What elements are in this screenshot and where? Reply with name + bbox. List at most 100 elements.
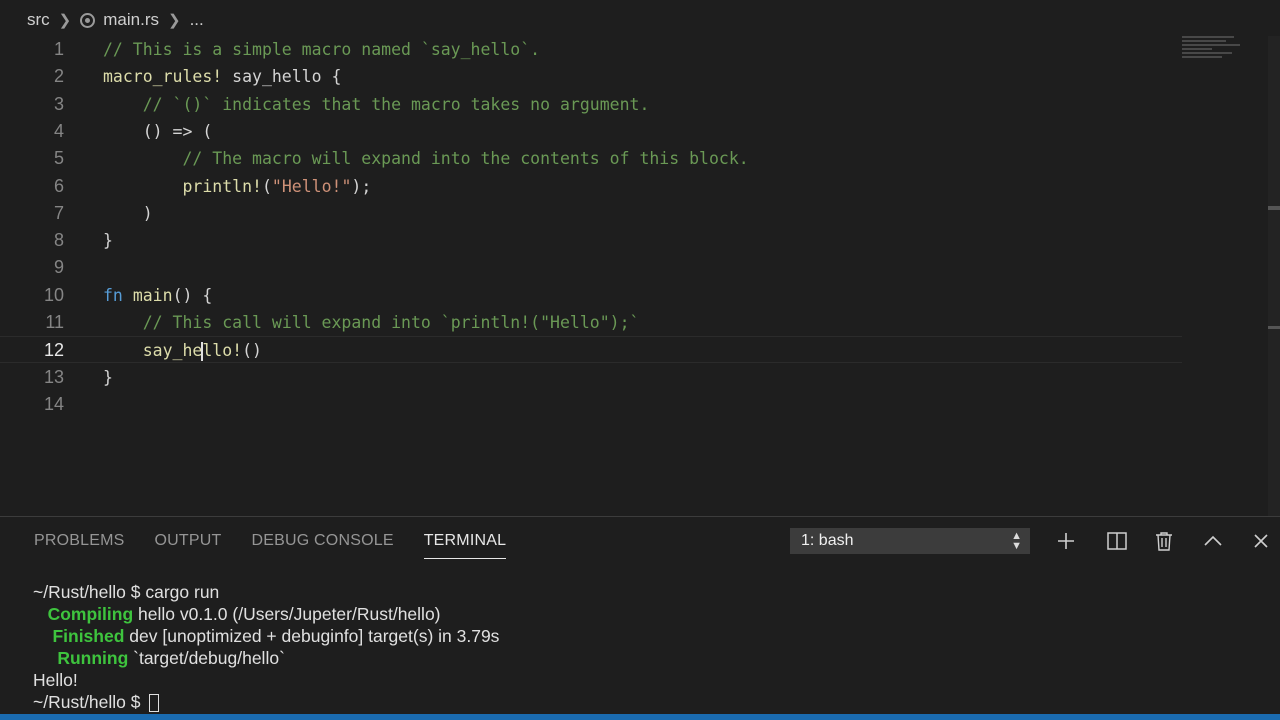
code-token: // The macro will expand into the conten…: [182, 149, 749, 169]
line-number: 1: [53, 39, 64, 59]
terminal-output[interactable]: ~/Rust/hello $ cargo run Compiling hello…: [33, 581, 499, 713]
code-token: ): [103, 203, 153, 223]
code-token: say_he: [142, 341, 203, 361]
code-line[interactable]: 5 // The macro will expand into the cont…: [0, 145, 1182, 172]
terminal-text: ~/Rust/hello $: [33, 692, 146, 712]
bottom-panel: PROBLEMS OUTPUT DEBUG CONSOLE TERMINAL 1…: [0, 516, 1280, 720]
line-code: // `()` indicates that the macro takes n…: [103, 91, 650, 118]
code-token: }: [103, 367, 113, 387]
close-icon[interactable]: [1249, 529, 1273, 553]
code-token: println!: [182, 176, 262, 196]
tab-output[interactable]: OUTPUT: [155, 524, 222, 558]
terminal-status-word: Compiling: [47, 604, 134, 624]
line-number: 13: [43, 366, 64, 387]
terminal-indent: [33, 604, 48, 624]
tab-problems[interactable]: PROBLEMS: [34, 524, 125, 558]
terminal-select-value: 1: bash: [801, 532, 854, 549]
code-line[interactable]: 4 () => (: [0, 118, 1182, 145]
line-code: println!("Hello!");: [103, 173, 371, 200]
terminal-line: Running `target/debug/hello`: [33, 647, 499, 669]
code-line[interactable]: 12 say_hello!(): [0, 336, 1182, 364]
code-token: // `()` indicates that the macro takes n…: [142, 94, 650, 114]
code-token: fn: [103, 285, 133, 305]
code-token: () {: [172, 285, 213, 305]
code-line[interactable]: 9: [0, 254, 1182, 281]
line-number: 11: [45, 312, 64, 332]
line-number: 7: [53, 202, 64, 223]
terminal-text: hello v0.1.0 (/Users/Jupeter/Rust/hello): [133, 604, 441, 624]
status-bar: [0, 714, 1280, 720]
line-code: // The macro will expand into the conten…: [103, 145, 749, 172]
code-line[interactable]: 7 ): [0, 200, 1182, 227]
terminal-text: dev [unoptimized + debuginfo] target(s) …: [124, 626, 500, 646]
line-number: 14: [43, 393, 64, 414]
terminal-line: ~/Rust/hello $ cargo run: [33, 581, 499, 603]
line-number: 12: [43, 340, 64, 361]
chevron-up-icon[interactable]: [1201, 529, 1225, 553]
code-line[interactable]: 14: [0, 391, 1182, 418]
code-line[interactable]: 13}: [0, 364, 1182, 391]
code-token: (): [242, 341, 262, 361]
line-code: fn main() {: [103, 282, 212, 309]
chevron-right-icon: ❯: [167, 12, 181, 29]
terminal-indent: [33, 648, 57, 668]
terminal-status-word: Finished: [52, 626, 125, 646]
code-token: // This call will expand into `println!(…: [142, 313, 640, 332]
code-line[interactable]: 6 println!("Hello!");: [0, 173, 1182, 200]
editor-scrollbar[interactable]: [1268, 36, 1280, 516]
terminal-text: Hello!: [33, 670, 78, 690]
line-code: ): [103, 200, 153, 227]
breadcrumb: src ❯ main.rs ❯ ...: [0, 0, 1280, 40]
code-line[interactable]: 8}: [0, 227, 1182, 254]
line-code: }: [103, 364, 113, 391]
code-editor[interactable]: 1 // This is a simple macro named `say_he…: [0, 36, 1268, 516]
line-number: 8: [53, 230, 64, 251]
terminal-line: Finished dev [unoptimized + debuginfo] t…: [33, 625, 499, 647]
code-line[interactable]: 2 macro_rules! say_hello {: [0, 63, 1182, 90]
line-code: // This is a simple macro named `say_hel…: [103, 36, 540, 63]
tab-terminal[interactable]: TERMINAL: [423, 524, 507, 559]
terminal-select[interactable]: 1: bash ▲ ▼: [790, 528, 1030, 554]
line-number: 5: [53, 148, 64, 169]
code-token: // This is a simple macro named `say_hel…: [103, 40, 541, 59]
code-token: (: [261, 176, 272, 196]
rust-file-icon: [80, 12, 96, 28]
trash-icon[interactable]: [1152, 529, 1176, 553]
line-number: 10: [43, 284, 64, 305]
code-token: main: [132, 285, 173, 305]
line-number: 3: [53, 93, 64, 114]
line-code: macro_rules! say_hello {: [103, 63, 341, 90]
code-token: say_hello {: [232, 67, 342, 87]
code-line[interactable]: 10 fn main() {: [0, 282, 1182, 309]
code-token: "Hello!": [271, 176, 352, 196]
breadcrumb-folder[interactable]: src: [27, 10, 50, 30]
terminal-status-word: Running: [57, 648, 129, 668]
minimap[interactable]: [1182, 36, 1244, 66]
code-line[interactable]: 3 // `()` indicates that the macro takes…: [0, 91, 1182, 118]
breadcrumb-file[interactable]: main.rs: [103, 10, 159, 30]
split-icon[interactable]: [1105, 529, 1129, 553]
terminal-line: Compiling hello v0.1.0 (/Users/Jupeter/R…: [33, 603, 499, 625]
plus-icon[interactable]: [1054, 529, 1078, 553]
terminal-indent: [33, 626, 52, 646]
tab-debug-console[interactable]: DEBUG CONSOLE: [252, 524, 394, 558]
line-number: 2: [53, 66, 64, 87]
line-code: }: [103, 227, 113, 254]
panel-tabs: PROBLEMS OUTPUT DEBUG CONSOLE TERMINAL: [0, 517, 536, 565]
line-number: 4: [53, 120, 64, 141]
select-arrows-icon: ▲ ▼: [1011, 530, 1022, 552]
chevron-right-icon: ❯: [58, 12, 72, 29]
code-token: () => (: [103, 121, 213, 141]
terminal-text: ~/Rust/hello $ cargo run: [33, 582, 220, 602]
code-line[interactable]: 11 // This call will expand into `printl…: [0, 309, 1182, 336]
terminal-line: Hello!: [33, 669, 499, 691]
breadcrumb-more[interactable]: ...: [190, 10, 204, 30]
line-code: say_hello!(): [103, 337, 262, 364]
code-line[interactable]: 1 // This is a simple macro named `say_he…: [0, 36, 1182, 63]
line-number: 6: [53, 175, 64, 196]
terminal-line: ~/Rust/hello $: [33, 691, 499, 713]
